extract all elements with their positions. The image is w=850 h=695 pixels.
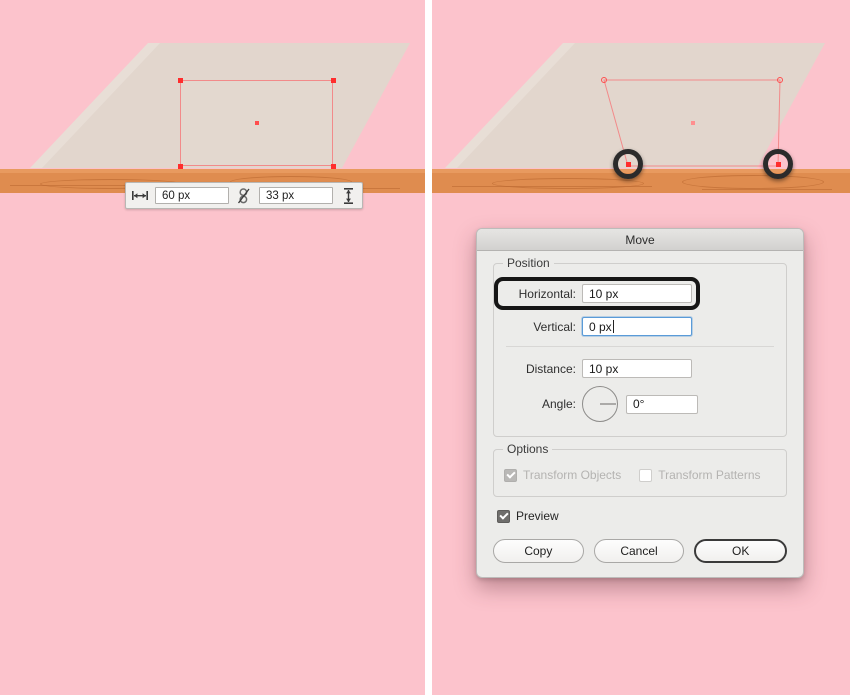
angle-label: Angle: [541,397,576,411]
height-value: 33 px [266,189,295,202]
screenshot-stage: 60 px 33 px Move Position Horizontal: 10… [0,0,850,695]
ok-button[interactable]: OK [694,539,788,563]
panel-divider [425,0,432,695]
bottom-left-ring-marker [613,149,643,179]
transform-patterns-checkbox [639,468,653,482]
position-group: Position Horizontal: 10 px Vertical: 0 p… [493,256,787,437]
angle-value: 0° [633,397,645,411]
width-arrows-icon [131,187,149,204]
preview-option[interactable]: Preview [497,509,787,523]
horizontal-row: Horizontal: 10 px [494,277,776,310]
transform-patterns-option: Transform Patterns [639,468,761,482]
anchor-top-right[interactable] [330,77,336,83]
anchor-bottom-left[interactable] [177,163,183,169]
bottom-right-ring-marker [763,149,793,179]
width-value: 60 px [162,189,191,202]
copy-button[interactable]: Copy [493,539,584,563]
copy-button-label: Copy [524,544,553,558]
dialog-button-row: Copy Cancel OK [493,539,788,563]
distance-label: Distance: [525,361,576,376]
position-group-label: Position [503,256,554,270]
selection-center-point [255,121,259,125]
preview-checkbox[interactable] [497,509,510,523]
distance-row: Distance: 10 px [504,359,776,378]
cancel-button[interactable]: Cancel [593,539,685,563]
transform-objects-checkbox [504,468,517,482]
angle-dial-icon[interactable] [582,386,618,422]
height-arrows-icon [339,187,357,204]
vertical-row: Vertical: 0 px [504,317,776,336]
transform-patterns-label: Transform Patterns [658,468,761,482]
angle-dial-needle [600,403,616,405]
broken-chain-link-icon[interactable] [235,187,253,204]
left-artboard-panel: 60 px 33 px [0,0,425,695]
angle-input[interactable]: 0° [626,394,698,414]
selection-center-point [691,121,695,125]
vertical-value: 0 px [589,319,612,334]
anchor-top-left[interactable] [177,77,183,83]
horizontal-input[interactable]: 10 px [582,284,692,303]
transform-toolbar[interactable]: 60 px 33 px [125,182,363,209]
distance-input[interactable]: 10 px [582,359,692,378]
plank-top-highlight [0,169,425,173]
dialog-title-bar: Move [477,229,803,251]
options-group: Options Transform Objects Transform Patt… [493,442,787,497]
dialog-title-text: Move [625,232,655,247]
dialog-body: Position Horizontal: 10 px Vertical: 0 p… [477,251,803,577]
options-group-label: Options [503,442,553,456]
vertical-input[interactable]: 0 px [582,317,692,336]
cancel-button-label: Cancel [620,544,658,558]
anchor-bottom-right[interactable] [330,163,336,169]
height-input[interactable]: 33 px [259,187,333,204]
transform-objects-label: Transform Objects [523,468,622,482]
width-input[interactable]: 60 px [155,187,229,204]
vertical-label: Vertical: [533,319,576,334]
transform-objects-option: Transform Objects [504,468,621,482]
distance-value: 10 px [589,361,619,376]
text-caret [612,320,614,333]
horizontal-label: Horizontal: [518,286,576,301]
ok-button-label: OK [732,544,750,558]
angle-row: Angle: 0° [504,386,776,422]
horizontal-value: 10 px [589,286,619,301]
position-separator [506,346,774,347]
move-dialog: Move Position Horizontal: 10 px Vertical… [476,228,804,578]
options-row: Transform Objects Transform Patterns [504,468,776,482]
preview-label: Preview [516,509,559,523]
